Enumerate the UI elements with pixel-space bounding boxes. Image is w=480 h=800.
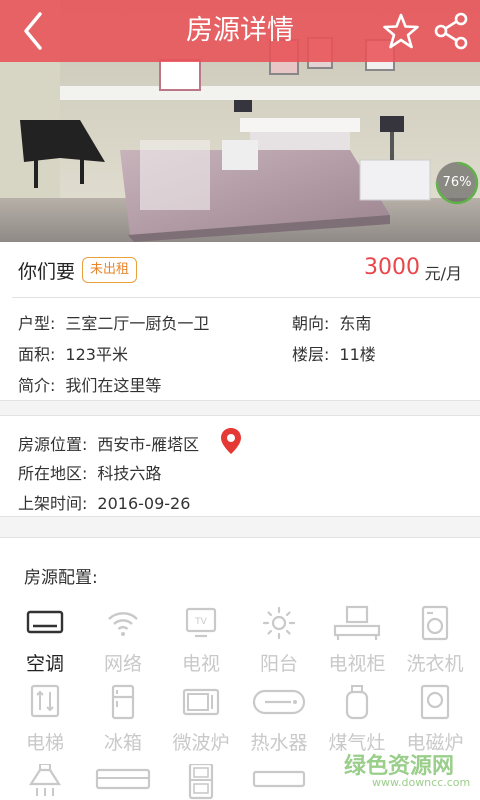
- amenity-label: 热水器: [250, 732, 308, 754]
- area-value: 123平米: [65, 345, 128, 364]
- top-navigation-bar: 房源详情: [0, 0, 480, 62]
- intro-row: 简介: 我们在这里等: [18, 372, 161, 396]
- tv-icon: TV: [185, 607, 217, 638]
- amenity-microwave: 微波炉: [161, 684, 241, 755]
- amenity-tv-cabinet: 电视柜: [317, 605, 397, 676]
- layout-row: 户型: 三室二厅一厨负一卫: [18, 310, 209, 334]
- facing-label: 朝向:: [292, 314, 330, 333]
- intro-label: 简介:: [18, 376, 56, 395]
- air-conditioner-icon: [26, 610, 64, 634]
- region-value: 科技六路: [97, 464, 162, 483]
- amenity-label: 电视柜: [328, 653, 386, 675]
- amenity-label: 电梯: [25, 732, 64, 754]
- area-row: 面积: 123平米: [18, 341, 128, 365]
- price-unit: 元/月: [424, 264, 462, 283]
- area-label: 面积:: [18, 345, 56, 364]
- price-value: 3000: [364, 255, 420, 280]
- amenity-wardrobe: [161, 764, 241, 800]
- washing-machine-icon: [421, 605, 449, 641]
- elevator-icon: [30, 684, 60, 718]
- gas-stove-icon: [345, 685, 369, 720]
- amenity-label: 微波炉: [172, 732, 230, 754]
- star-icon: [383, 13, 419, 49]
- amenity-label: 空调: [25, 653, 64, 675]
- status-badge: 未出租: [82, 257, 138, 283]
- share-button[interactable]: [430, 10, 472, 52]
- divider: [0, 415, 480, 416]
- amenity-label: 网络: [103, 653, 142, 675]
- section-gap: [0, 517, 480, 537]
- amenity-gas-stove: 煤气灶: [317, 684, 397, 755]
- microwave-icon: [182, 688, 220, 716]
- favorite-button[interactable]: [380, 10, 422, 52]
- amenity-range-hood: [5, 764, 85, 800]
- listed-row: 上架时间: 2016-09-26: [18, 490, 190, 514]
- floor-row: 楼层: 11楼: [292, 341, 376, 365]
- amenity-elevator: 电梯: [5, 684, 85, 755]
- listing-name: 你们要: [18, 261, 76, 283]
- amenity-washing-machine: 洗衣机: [395, 605, 475, 676]
- position-value: 西安市-雁塔区: [97, 435, 200, 454]
- amenity-fridge: 冰箱: [83, 684, 163, 755]
- layout-label: 户型:: [18, 314, 56, 333]
- range-hood-icon: [28, 764, 62, 796]
- amenity-network: 网络: [83, 605, 163, 676]
- listed-value: 2016-09-26: [97, 494, 191, 513]
- amenity-induction-cooker: 电磁炉: [395, 684, 475, 755]
- position-label: 房源位置:: [18, 435, 88, 454]
- photo-loading-progress: 76%: [434, 160, 480, 206]
- wardrobe-icon: [188, 764, 214, 800]
- amenity-label: 冰箱: [103, 732, 142, 754]
- bed-icon: [95, 768, 151, 790]
- site-watermark-url: www.downcc.com: [372, 776, 471, 789]
- divider: [12, 297, 480, 298]
- sofa-icon: [252, 770, 306, 788]
- position-row: 房源位置: 西安市-雁塔区: [18, 431, 199, 455]
- tv-cabinet-icon: [333, 605, 381, 640]
- intro-value: 我们在这里等: [65, 376, 162, 395]
- sun-icon: [262, 606, 296, 640]
- photo-watermark: [4, 234, 7, 242]
- map-pin-button[interactable]: [220, 427, 242, 455]
- back-button[interactable]: [18, 10, 58, 52]
- water-heater-icon: [252, 689, 306, 715]
- chevron-left-icon: [24, 12, 42, 50]
- divider: [0, 537, 480, 538]
- amenity-label: 洗衣机: [406, 653, 464, 675]
- amenity-tv: TV 电视: [161, 605, 241, 676]
- amenity-sofa: [239, 764, 319, 800]
- floor-value: 11楼: [339, 345, 376, 364]
- amenity-balcony: 阳台: [239, 605, 319, 676]
- map-pin-icon: [221, 428, 241, 454]
- listed-label: 上架时间:: [18, 494, 88, 513]
- facing-value: 东南: [339, 314, 372, 333]
- layout-value: 三室二厅一厨负一卫: [65, 314, 210, 333]
- progress-label: 76%: [442, 175, 472, 190]
- section-gap: [0, 401, 480, 415]
- floor-label: 楼层:: [292, 345, 330, 364]
- region-row: 所在地区: 科技六路: [18, 460, 161, 484]
- induction-cooker-icon: [420, 684, 450, 720]
- wifi-icon: [108, 612, 138, 636]
- config-section-title: 房源配置:: [24, 568, 98, 588]
- region-label: 所在地区:: [18, 464, 88, 483]
- amenity-label: 阳台: [259, 653, 298, 675]
- facing-row: 朝向: 东南: [292, 310, 371, 334]
- fridge-icon: [111, 684, 135, 720]
- svg-text:TV: TV: [194, 617, 207, 627]
- share-icon: [434, 12, 468, 50]
- amenity-water-heater: 热水器: [239, 684, 319, 755]
- listing-summary: 你们要 未出租 3000 元/月: [0, 242, 480, 297]
- amenity-label: 电视: [181, 653, 220, 675]
- amenity-air-conditioner: 空调: [5, 605, 85, 676]
- amenity-bed: [83, 764, 163, 800]
